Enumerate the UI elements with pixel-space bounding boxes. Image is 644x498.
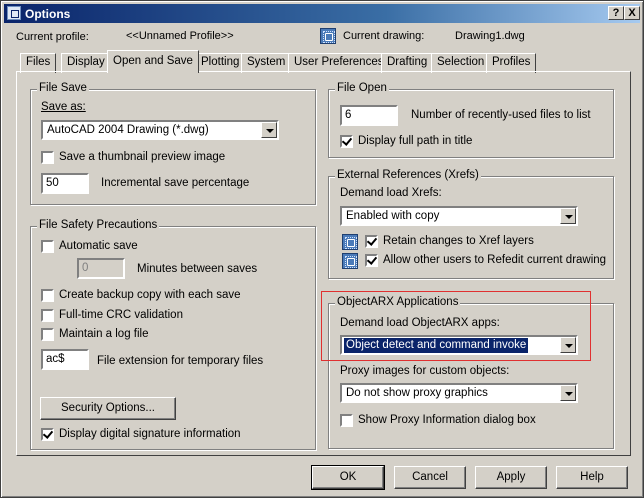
- ok-button[interactable]: OK: [311, 465, 385, 490]
- backup-label: Create backup copy with each save: [59, 289, 241, 301]
- full-path-label: Display full path in title: [358, 135, 473, 147]
- retain-changes-label: Retain changes to Xref layers: [383, 235, 534, 247]
- close-button[interactable]: X: [624, 6, 640, 20]
- thumbnail-checkbox[interactable]: [41, 151, 54, 164]
- security-options-button[interactable]: Security Options...: [40, 397, 176, 420]
- help-title-button[interactable]: ?: [608, 6, 624, 20]
- title-bar[interactable]: Options ? X: [4, 4, 640, 23]
- autosave-label: Automatic save: [59, 240, 138, 252]
- tab-drafting[interactable]: Drafting: [381, 53, 434, 73]
- allow-refedit-checkbox[interactable]: [365, 254, 378, 267]
- help-button[interactable]: Help: [556, 466, 628, 489]
- proxy-images-dropdown[interactable]: Do not show proxy graphics: [340, 383, 578, 403]
- full-path-checkbox[interactable]: [340, 135, 353, 148]
- tab-open-and-save[interactable]: Open and Save: [107, 50, 199, 73]
- crc-checkbox[interactable]: [41, 309, 54, 322]
- highlight-box: [321, 291, 591, 361]
- drawing-icon: [320, 28, 336, 44]
- current-drawing-label: Current drawing:: [343, 30, 425, 42]
- tab-profiles[interactable]: Profiles: [486, 53, 537, 73]
- xref-setting-icon: [342, 234, 358, 250]
- backup-checkbox[interactable]: [41, 289, 54, 302]
- tab-display[interactable]: Display: [61, 53, 111, 73]
- chevron-down-icon[interactable]: [261, 122, 277, 138]
- chevron-down-icon[interactable]: [560, 208, 576, 224]
- cancel-button[interactable]: Cancel: [394, 466, 466, 489]
- recent-files-input[interactable]: 6: [340, 105, 398, 126]
- tab-selection[interactable]: Selection: [431, 53, 491, 73]
- current-profile-value: <<Unnamed Profile>>: [126, 30, 234, 42]
- proxy-info-label: Show Proxy Information dialog box: [358, 414, 536, 426]
- digital-signature-checkbox[interactable]: [41, 428, 54, 441]
- minutes-label: Minutes between saves: [137, 263, 258, 275]
- autosave-checkbox[interactable]: [41, 240, 54, 253]
- minutes-input[interactable]: 0: [77, 258, 125, 279]
- log-file-checkbox[interactable]: [41, 328, 54, 341]
- incremental-save-input[interactable]: 50: [41, 173, 89, 194]
- window-title: Options: [25, 7, 71, 21]
- demand-xrefs-label: Demand load Xrefs:: [340, 187, 442, 199]
- current-drawing-value: Drawing1.dwg: [455, 30, 525, 42]
- xref-setting-icon: [342, 253, 358, 269]
- tab-user-preferences[interactable]: User Preferences: [288, 53, 390, 73]
- thumbnail-label: Save a thumbnail preview image: [59, 151, 226, 163]
- app-icon: [7, 6, 21, 20]
- tab-files[interactable]: Files: [20, 53, 57, 73]
- options-dialog: Options ? X Current profile: <<Unnamed P…: [0, 0, 644, 498]
- retain-changes-checkbox[interactable]: [365, 235, 378, 248]
- current-profile-label: Current profile:: [16, 31, 89, 43]
- chevron-down-icon[interactable]: [560, 385, 576, 401]
- log-file-label: Maintain a log file: [59, 328, 149, 340]
- save-as-value: AutoCAD 2004 Drawing (*.dwg): [47, 124, 209, 136]
- apply-button[interactable]: Apply: [475, 466, 547, 489]
- temp-extension-input[interactable]: ac$: [41, 349, 89, 370]
- file-save-title: File Save: [37, 82, 89, 94]
- tab-plotting[interactable]: Plotting: [195, 53, 246, 73]
- temp-extension-label: File extension for temporary files: [97, 355, 264, 367]
- save-as-label: Save as:: [41, 101, 86, 113]
- recent-files-label: Number of recently-used files to list: [411, 109, 591, 121]
- proxy-images-label: Proxy images for custom objects:: [340, 365, 510, 377]
- allow-refedit-label: Allow other users to Refedit current dra…: [383, 254, 607, 266]
- save-as-dropdown[interactable]: AutoCAD 2004 Drawing (*.dwg): [41, 120, 279, 140]
- demand-xrefs-dropdown[interactable]: Enabled with copy: [340, 206, 578, 226]
- crc-label: Full-time CRC validation: [59, 309, 183, 321]
- demand-xrefs-value: Enabled with copy: [346, 210, 440, 222]
- digital-signature-label: Display digital signature information: [59, 428, 241, 440]
- tab-system[interactable]: System: [241, 53, 292, 73]
- proxy-info-checkbox[interactable]: [340, 414, 353, 427]
- file-safety-title: File Safety Precautions: [37, 219, 160, 231]
- xrefs-title: External References (Xrefs): [335, 169, 481, 181]
- file-open-title: File Open: [335, 82, 389, 94]
- incremental-save-label: Incremental save percentage: [101, 177, 250, 189]
- proxy-images-value: Do not show proxy graphics: [346, 387, 488, 399]
